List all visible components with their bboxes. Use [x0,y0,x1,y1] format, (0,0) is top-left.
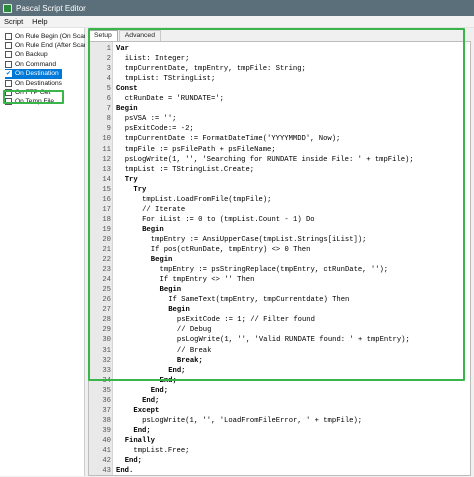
line-number: 43 [102,467,111,476]
event-list: On Rule Begin (On Scan) On Rule End (Afte… [0,28,90,476]
menu-help[interactable]: Help [32,17,47,26]
menu-script[interactable]: Script [4,17,23,26]
code-editor[interactable]: 1 Var 2 iList: Integer; 3 tmpCurrentDate, tmp… [88,41,471,476]
editor-panel: Setup Advanced 1 Var 2 iList: Integer; 3 tmpC… [85,28,474,476]
checkbox-checked-icon[interactable]: ✔ [5,70,12,78]
app-icon [3,3,12,13]
checkbox-icon[interactable] [5,51,12,59]
code-line: 43 End. [89,466,469,477]
event-item-label: On Rule End (After Scan) [15,41,90,49]
title-bar: Pascal Script Editor [0,0,474,16]
checkbox-icon[interactable] [5,32,12,40]
menu-bar: Script Help [0,16,474,28]
checkbox-icon[interactable] [5,79,12,87]
checkbox-icon[interactable] [5,60,12,68]
event-item-label: On Destination [15,70,59,78]
sidebar-highlight-box [3,90,64,104]
event-item-label: On Command [15,60,57,68]
event-item-label: On Destinations [15,79,62,87]
checkbox-icon[interactable] [5,41,12,49]
event-item-label: On Backup [15,51,48,59]
event-item-label: On Rule Begin (On Scan) [15,32,90,40]
window-title: Pascal Script Editor [16,3,86,13]
code-text: End. [116,467,134,476]
